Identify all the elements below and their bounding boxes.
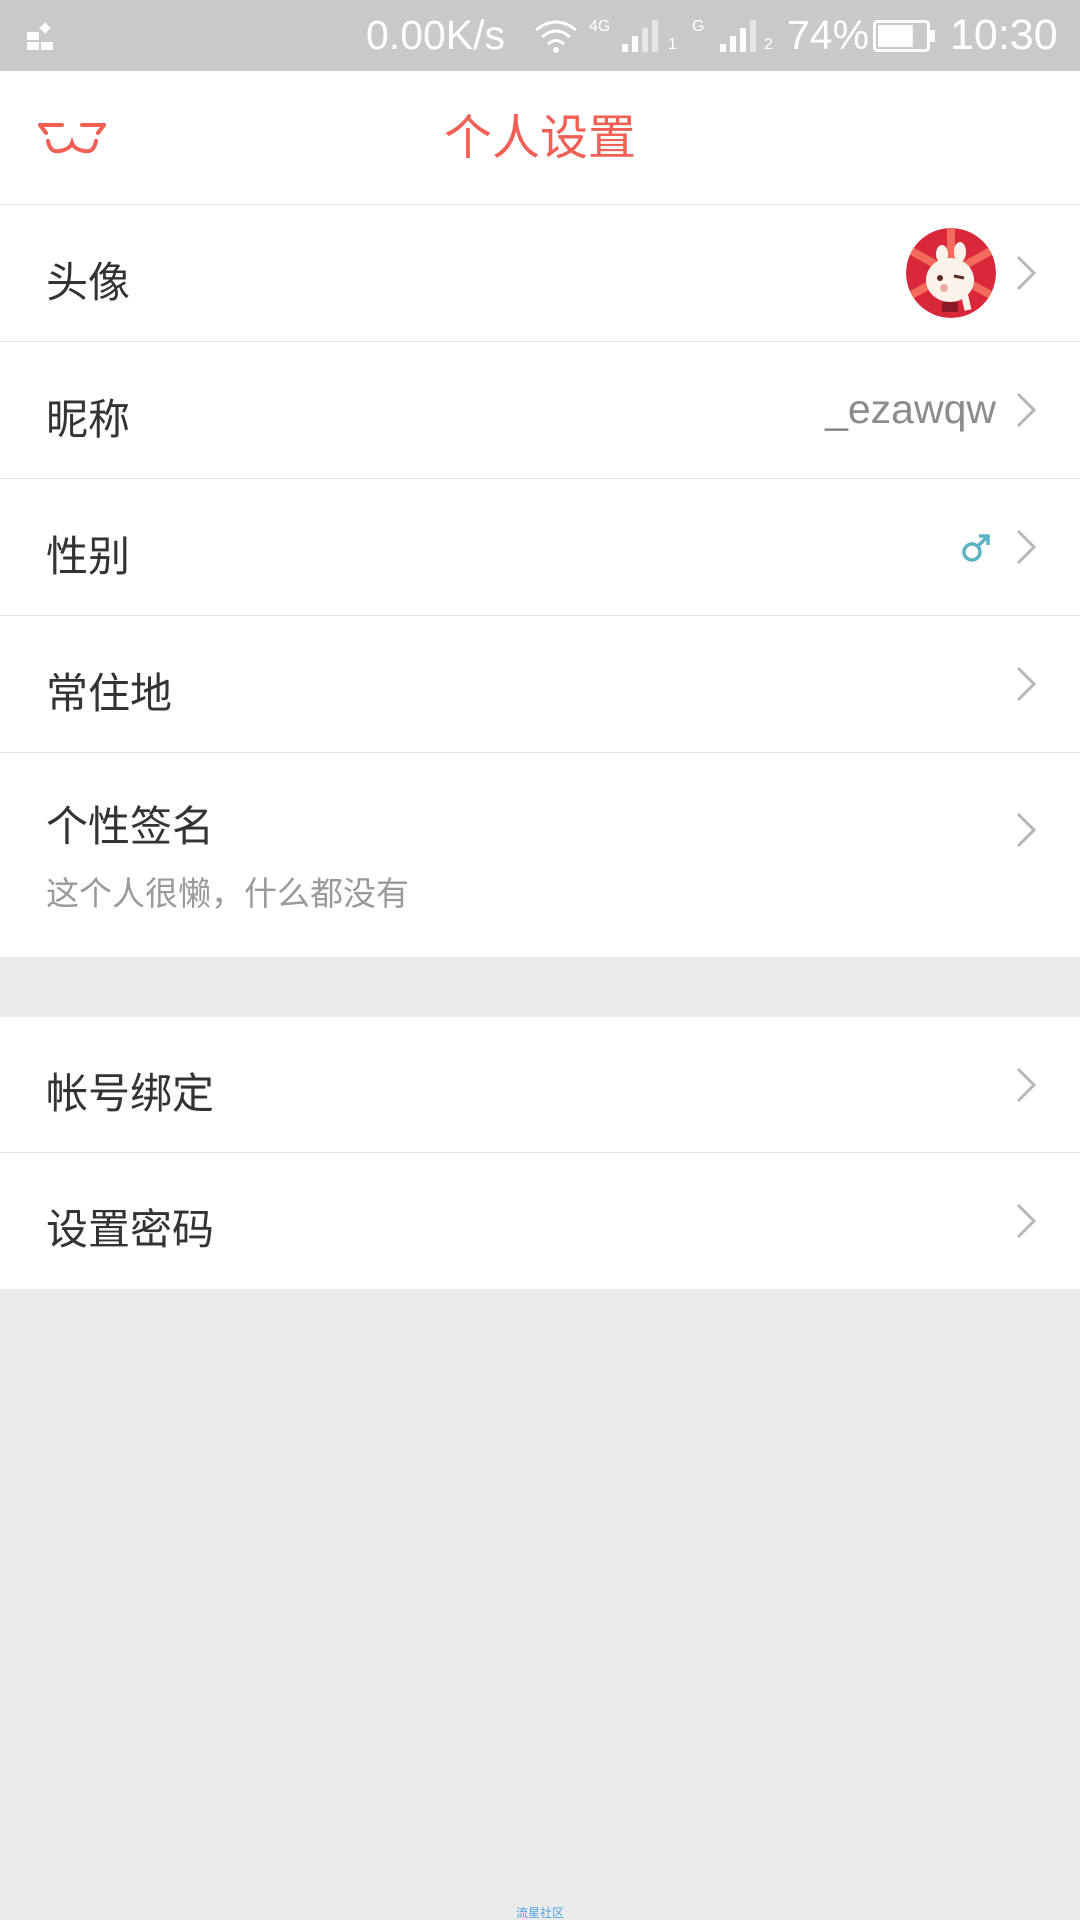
- account-binding-row[interactable]: 帐号绑定: [0, 1017, 1080, 1153]
- battery-percent: 74%: [787, 12, 870, 58]
- row-label: 个性签名: [46, 802, 215, 851]
- signature-value: 这个人很懒，什么都没有: [46, 874, 409, 913]
- wifi-icon: [535, 20, 577, 53]
- avatar-row[interactable]: 头像: [0, 205, 1080, 342]
- nickname-value: _ezawqw: [825, 386, 996, 432]
- network-type-2: G: [692, 18, 705, 35]
- residence-row[interactable]: 常住地: [0, 616, 1080, 753]
- sim-2-label: 2: [764, 36, 773, 53]
- gender-row[interactable]: 性别: [0, 479, 1080, 616]
- network-speed: 0.00K/s: [366, 12, 506, 58]
- row-label: 头像: [46, 258, 131, 307]
- watermark: 流星社区: [515, 1906, 564, 1920]
- sim-1-label: 1: [668, 36, 677, 53]
- chevron-right-icon: [1016, 1067, 1037, 1103]
- network-type-1: 4G: [589, 18, 611, 35]
- row-label: 昵称: [46, 395, 131, 444]
- profile-settings-group: 头像 昵称 _ezawqw 性别 常住地 个性签名 这个人很懒，什么都没有: [0, 205, 1080, 957]
- account-settings-group: 帐号绑定 设置密码: [0, 1017, 1080, 1289]
- avatar: [906, 228, 996, 318]
- chevron-right-icon: [1016, 812, 1037, 848]
- nickname-row[interactable]: 昵称 _ezawqw: [0, 342, 1080, 479]
- clock-time: 10:30: [950, 11, 1058, 59]
- row-label: 设置密码: [46, 1205, 215, 1254]
- status-bar: 0.00K/s 4G 1 G 2 74% 10:30: [0, 0, 1080, 71]
- chevron-right-icon: [1016, 666, 1037, 702]
- avatar-image: [906, 228, 996, 318]
- chevron-right-icon: [1016, 1203, 1037, 1239]
- app-notification-icon: [27, 22, 53, 50]
- set-password-row[interactable]: 设置密码: [0, 1153, 1080, 1289]
- chevron-right-icon: [1016, 392, 1037, 428]
- page-title: 个人设置: [443, 110, 636, 166]
- male-icon: [962, 534, 990, 562]
- row-label: 帐号绑定: [46, 1069, 215, 1118]
- signature-row[interactable]: 个性签名 这个人很懒，什么都没有: [0, 753, 1080, 957]
- signal-icon: [622, 20, 658, 52]
- chevron-right-icon: [1016, 529, 1037, 565]
- row-label: 性别: [46, 532, 131, 581]
- signal-icon: [720, 20, 756, 52]
- battery-icon: [873, 20, 935, 52]
- nav-bar: 个人设置: [0, 71, 1080, 205]
- chevron-right-icon: [1016, 255, 1037, 291]
- row-label: 常住地: [46, 669, 173, 718]
